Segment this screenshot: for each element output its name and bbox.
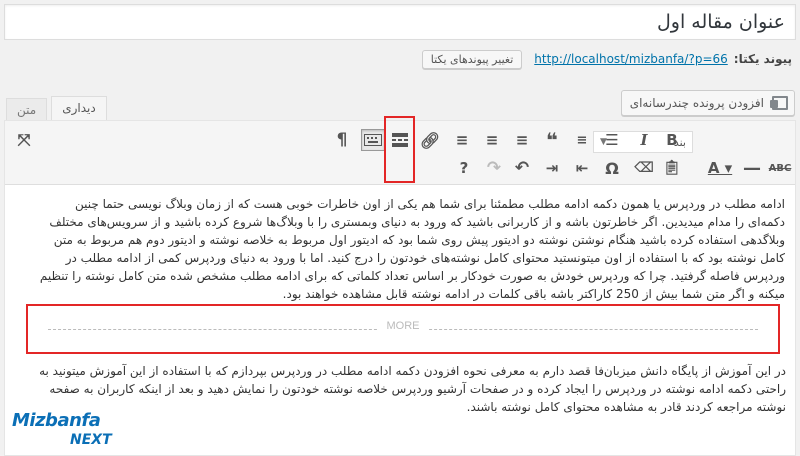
- outdent-icon[interactable]: ⇤: [571, 157, 593, 179]
- link-icon[interactable]: 🔗︎: [419, 129, 441, 151]
- paste-text-icon[interactable]: 📋︎: [661, 157, 683, 179]
- paragraph-line: وبلاگدهی استفاده کرده باشید هنگام نوشتن …: [53, 233, 785, 247]
- read-more-highlight: [384, 116, 415, 183]
- more-tag-highlight: MORE: [26, 304, 780, 354]
- add-media-label: افزودن پرونده چندرسانه‌ای: [629, 96, 764, 110]
- paragraph-line: وردپرس فاصله گرفتید. چرا که وردپرس خودش …: [39, 269, 785, 283]
- numbered-list-icon[interactable]: ≡: [571, 129, 593, 151]
- permalink-url[interactable]: http://localhost/mizbanfa/?p=66: [534, 52, 728, 66]
- paragraph-line: دکمه‌ای را مدام میدیدین. اگر خاطرتون باش…: [49, 215, 785, 229]
- keyboard-glyph: [364, 134, 382, 146]
- tab-visual[interactable]: دیداری: [51, 96, 107, 122]
- strikethrough-icon[interactable]: ABC: [769, 157, 792, 179]
- tab-text[interactable]: متن: [6, 98, 48, 122]
- clear-formatting-icon[interactable]: ⌫: [633, 157, 655, 179]
- permalink-bar: پیوند یکتا: http://localhost/mizbanfa/?p…: [421, 48, 792, 70]
- redo-icon[interactable]: ↷: [483, 157, 505, 179]
- add-media-button[interactable]: افزودن پرونده چندرسانه‌ای: [620, 90, 795, 116]
- paragraph-line: میکنه و اگر متن شما بیش از 250 کاراکتر ب…: [282, 287, 785, 301]
- italic-icon[interactable]: I: [633, 129, 655, 151]
- second-paragraph: در این آموزش از پایگاه دانش میزبان‌فا قص…: [14, 362, 786, 416]
- toolbar-toggle-icon[interactable]: [361, 129, 385, 151]
- fullscreen-icon[interactable]: ⤧: [13, 129, 35, 151]
- editor-tabs: متن دیداری: [6, 96, 107, 122]
- permalink-label: پیوند یکتا:: [733, 52, 792, 66]
- change-permalinks-button[interactable]: تغییر پیوندهای یکتا: [421, 49, 523, 69]
- align-left-icon[interactable]: ≡: [511, 129, 533, 151]
- align-right-icon[interactable]: ≡: [451, 129, 473, 151]
- bold-icon[interactable]: B: [661, 129, 683, 151]
- paragraph-line: نوشته مراجعه کردند قادر به مشاهده محتوای…: [466, 400, 786, 414]
- logo-sub-text: NEXT: [70, 432, 112, 448]
- post-title-input[interactable]: عنوان مقاله اول: [4, 4, 796, 40]
- paragraph-icon[interactable]: ¶: [331, 129, 353, 151]
- special-character-icon[interactable]: Ω: [601, 157, 623, 179]
- undo-icon[interactable]: ↶: [511, 157, 533, 179]
- indent-icon[interactable]: ⇥: [541, 157, 563, 179]
- editor-content[interactable]: ادامه مطلب در وردپرس یا همون دکمه ادامه …: [5, 185, 795, 303]
- paragraph-line: کامل نوشته بود که با استفاده از اون میتو…: [65, 251, 785, 265]
- text-color-icon[interactable]: A ▾: [705, 157, 735, 179]
- paragraph-line: در این آموزش از پایگاه دانش میزبان‌فا قص…: [39, 364, 786, 378]
- paragraph-line: راحتی دکمه ادامه نوشته در وردپرس را ایجا…: [49, 382, 786, 396]
- add-media-icon: [770, 96, 788, 110]
- mizbanfa-logo: Mizbanfa NEXT: [8, 408, 128, 454]
- bulleted-list-icon[interactable]: ☰: [601, 129, 623, 151]
- more-label: MORE: [378, 320, 428, 332]
- align-center-icon[interactable]: ≡: [481, 129, 503, 151]
- horizontal-line-icon[interactable]: —: [741, 157, 763, 179]
- help-icon[interactable]: ?: [453, 157, 475, 179]
- post-title-text: عنوان مقاله اول: [656, 11, 785, 33]
- paragraph-line: ادامه مطلب در وردپرس یا همون دکمه ادامه …: [74, 197, 785, 211]
- blockquote-icon[interactable]: ❝: [541, 128, 563, 152]
- logo-main-text: Mizbanfa: [12, 410, 101, 431]
